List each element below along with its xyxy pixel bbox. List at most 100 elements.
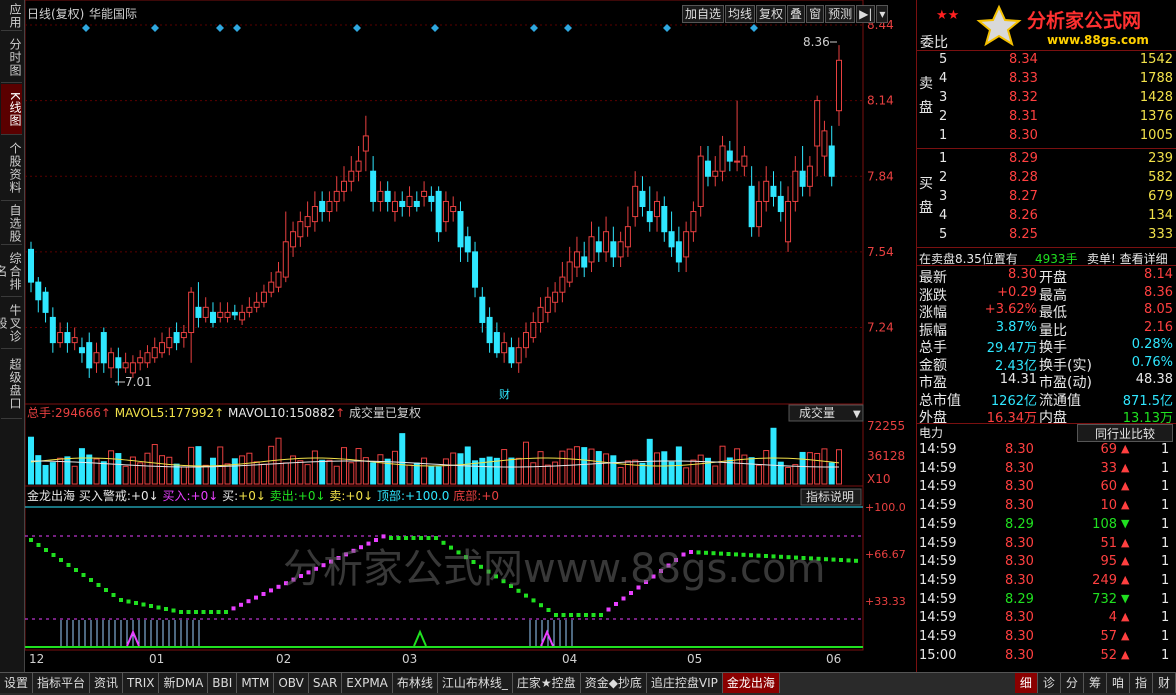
candle-body (704, 160, 711, 177)
sell-order-row[interactable]: 1 8.30 1005 (917, 128, 1176, 146)
candle-body (697, 155, 704, 207)
stat-value: 29.47万 (986, 341, 1037, 356)
candle-body (785, 200, 792, 243)
volume-legend: 总手:294666↑ MAVOL5:177992↑ MAVOL10:150882… (27, 405, 421, 420)
volume-bar (755, 464, 762, 485)
left-tab-0[interactable]: 应用 (1, 2, 22, 31)
candle-body (268, 281, 275, 293)
buy-order-row[interactable]: 2 8.28 582 (917, 170, 1176, 188)
quote-tab-0[interactable]: 细 (1014, 673, 1038, 693)
order-price: 8.29 (1009, 151, 1038, 166)
bottom-tab-7[interactable]: OBV (274, 673, 309, 693)
buy-order-row[interactable]: 1 8.29 239 (917, 151, 1176, 169)
bottom-tab-8[interactable]: SAR (308, 673, 343, 693)
buy-order-row[interactable]: 3 8.27 679 (917, 189, 1176, 207)
quote-tab-3[interactable]: 筹 (1083, 673, 1107, 693)
stat-value: 0.76% (1131, 354, 1173, 370)
left-tab-3[interactable]: 个股资料 (1, 136, 22, 201)
bottom-tab-1[interactable]: 指标平台 (33, 673, 91, 693)
toolbar-button-3[interactable]: 叠 (787, 5, 806, 23)
candle-body (428, 195, 435, 202)
indicator-point (269, 588, 273, 593)
bottom-tab-9[interactable]: EXPMA (342, 673, 393, 693)
bottom-tab-0[interactable]: 设置 (0, 673, 34, 693)
indicator-point (246, 599, 251, 604)
finance-tag[interactable]: 财 (499, 387, 510, 401)
sell-order-row[interactable]: 2 8.31 1376 (917, 109, 1176, 127)
quote-tab-1[interactable]: 诊 (1037, 673, 1061, 693)
tick-price: 8.30 (1005, 647, 1034, 663)
candle-body (326, 200, 333, 213)
order-level: 2 (939, 109, 948, 124)
indicator-point (614, 602, 618, 606)
volume-bar (697, 454, 704, 485)
bottom-tab-6[interactable]: MTM (237, 673, 275, 693)
volume-bar (785, 466, 792, 485)
toolbar-button-2[interactable]: 复权 (756, 5, 787, 23)
toolbar-button-0[interactable]: 加自选 (682, 5, 725, 23)
toolbar-button-7[interactable]: ▾ (876, 5, 889, 23)
left-tab-5[interactable]: 综合排名 (0, 246, 22, 297)
tick-volume: 4 (1108, 610, 1117, 626)
industry-compare-button[interactable]: 同行业比较 (1077, 424, 1173, 442)
large-order-notice[interactable]: 在卖盘8.35位置有 4933手 卖单! 查看详细 (917, 247, 1176, 266)
tick-price: 8.30 (1005, 554, 1034, 570)
quote-tab-2[interactable]: 分 (1060, 673, 1084, 693)
bottom-tab-13[interactable]: 资金◆抄底 (580, 673, 647, 693)
kline-chart[interactable]: 12 01 02 03 04 05 06 8.448.147.847.547.24 日线(复… (24, 0, 915, 672)
candle-body (712, 170, 719, 177)
indicator-point (171, 608, 176, 613)
tick-row: 14:59 8.30 4 ▲ 1 (917, 610, 1176, 628)
bottom-tab-10[interactable]: 布林线 (392, 673, 438, 693)
logo-url: www.88gs.com (1047, 33, 1149, 47)
sell-order-row[interactable]: 3 8.32 1428 (917, 90, 1176, 108)
volume-bar (603, 453, 610, 485)
sell-order-row[interactable]: 4 8.33 1788 (917, 71, 1176, 89)
indicator-point (126, 599, 131, 604)
volume-bar (537, 451, 544, 485)
volume-bar (304, 464, 311, 485)
bottom-tab-15[interactable]: 金龙出海 (722, 673, 780, 693)
quote-tab-6[interactable]: 财 (1152, 673, 1176, 693)
quote-panel: 委比 卖盘 5 8.34 1542 4 8.33 1788 3 8.32 1428 2 8.31 1376… (916, 0, 1176, 672)
toolbar-button-6[interactable]: ▶| (856, 5, 876, 23)
star-icon (976, 4, 1022, 47)
tick-volume: 52 (1100, 647, 1117, 663)
candle-body (35, 281, 42, 301)
price-axis-label: 7.24 (867, 321, 894, 335)
bottom-tab-11[interactable]: 江山布林线_ (437, 673, 513, 693)
left-tab-2[interactable]: K线图 (1, 84, 22, 135)
left-tab-6[interactable]: 牛叉诊股 (0, 298, 22, 349)
volume-bar (515, 457, 522, 485)
buy-order-row[interactable]: 5 8.25 333 (917, 227, 1176, 245)
quote-tab-4[interactable]: 咱 (1106, 673, 1130, 693)
volume-bar (406, 464, 413, 485)
left-tab-1[interactable]: 分时图 (1, 32, 22, 83)
bottom-tab-12[interactable]: 庄家★控盘 (512, 673, 581, 693)
indicator-point (216, 610, 221, 614)
volume-bar (239, 455, 246, 485)
toolbar-button-1[interactable]: 均线 (725, 5, 756, 23)
tick-count: 1 (1161, 572, 1170, 588)
chart-area[interactable]: 12 01 02 03 04 05 06 8.44 8.14 7.84 7.54 7.24 日线(复… (24, 0, 915, 672)
quote-tab-5[interactable]: 指 (1129, 673, 1153, 693)
candle-body (28, 248, 34, 283)
bottom-tab-14[interactable]: 追庄控盘VIP (646, 673, 723, 693)
order-price: 8.31 (1009, 109, 1038, 124)
sell-order-row[interactable]: 5 8.34 1542 (917, 52, 1176, 70)
volume-bar (442, 458, 449, 485)
candle-body (129, 362, 136, 374)
buy-order-row[interactable]: 4 8.26 134 (917, 208, 1176, 226)
bottom-tab-4[interactable]: 新DMA (159, 673, 209, 693)
bottom-tab-2[interactable]: 资讯 (90, 673, 124, 693)
candle-body (566, 261, 573, 283)
bottom-tab-5[interactable]: BBI (208, 673, 238, 693)
left-tab-7[interactable]: 超级盘口 (1, 350, 22, 419)
x-axis-label: 01 (149, 652, 164, 666)
bottom-tab-3[interactable]: TRIX (123, 673, 160, 693)
volume-bar (100, 461, 107, 485)
toolbar-button-5[interactable]: 预测 (825, 5, 856, 23)
toolbar-button-4[interactable]: 窗 (806, 5, 825, 23)
left-tab-4[interactable]: 自选股 (1, 202, 22, 245)
volume-bar (151, 444, 158, 485)
